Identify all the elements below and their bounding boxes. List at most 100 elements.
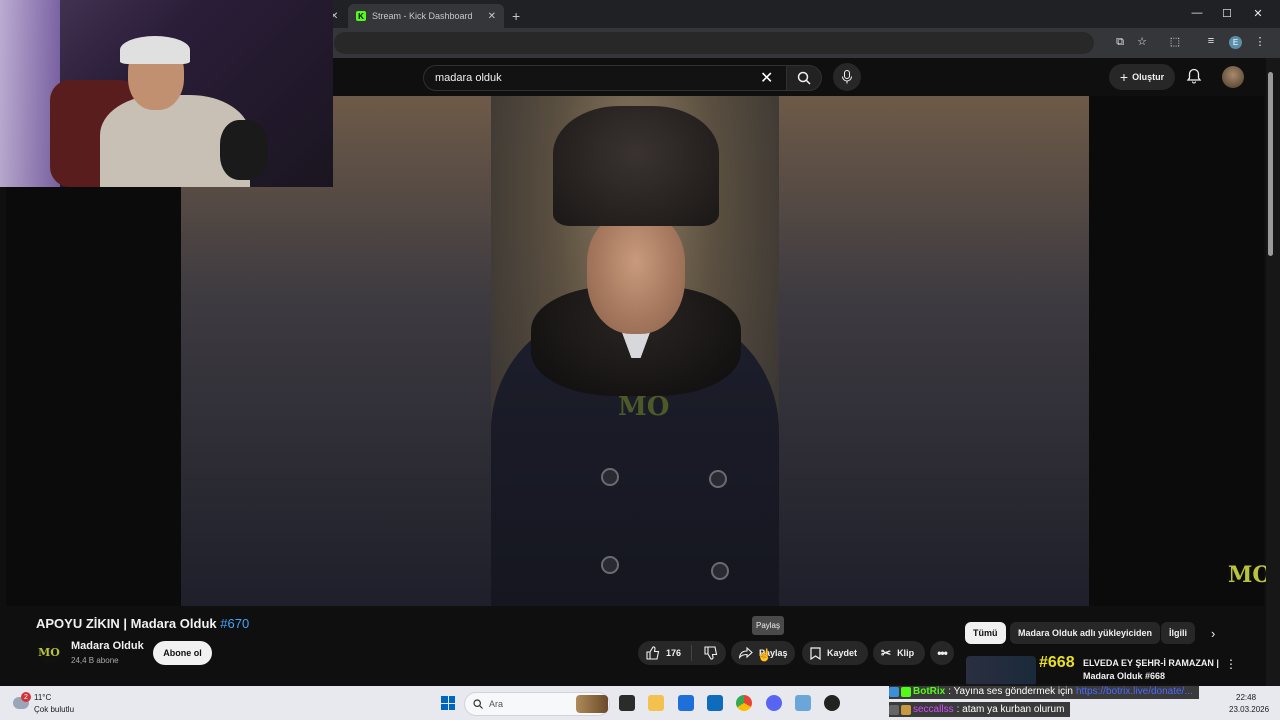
share-tooltip: Paylaş — [752, 616, 784, 635]
share-arrow-icon — [739, 647, 753, 659]
install-app-icon[interactable]: ⧉ — [1113, 36, 1127, 49]
subscribe-button[interactable]: Abone ol — [153, 641, 212, 665]
weather-description[interactable]: Çok bulutlu — [34, 705, 74, 714]
kick-badge-icon — [901, 686, 911, 697]
clip-button[interactable]: ✂ Klip — [873, 641, 925, 665]
recommendation-number: #668 — [1039, 654, 1075, 671]
more-actions-button[interactable]: ••• — [930, 641, 954, 665]
chip-from-uploader[interactable]: Madara Olduk adlı yükleyiciden — [1010, 622, 1161, 644]
thumbs-down-icon[interactable] — [704, 646, 718, 660]
discord-icon[interactable] — [766, 695, 782, 711]
clock-date[interactable]: 23.03.2026 — [1229, 705, 1269, 714]
video-frame-portrait — [491, 96, 779, 606]
windows-start-icon[interactable] — [441, 696, 455, 710]
store-icon[interactable] — [678, 695, 694, 711]
coat-button — [709, 470, 727, 488]
fur-hat-shape — [553, 106, 719, 226]
clip-label: Klip — [897, 648, 915, 658]
chat-text: : atam ya kurban olurum — [956, 704, 1065, 715]
chat-username: seccallss — [913, 704, 954, 715]
extensions-icon[interactable]: ⬚ — [1168, 35, 1182, 48]
search-icon — [473, 699, 483, 709]
bot-badge-icon — [889, 686, 899, 697]
recommendation-thumbnail[interactable] — [966, 656, 1036, 686]
like-count[interactable]: 176 — [666, 648, 681, 658]
channel-watermark-corner[interactable]: MO — [1228, 562, 1272, 588]
task-view-icon[interactable] — [619, 695, 635, 711]
notifications-bell-icon[interactable] — [1186, 68, 1202, 89]
face-shape — [587, 214, 685, 334]
weather-temperature[interactable]: 11°C — [34, 693, 51, 702]
close-window-icon[interactable]: ✕ — [1251, 7, 1265, 20]
subscriber-count: 24,4 B abone — [71, 656, 119, 665]
kick-logo-icon: K — [356, 11, 366, 21]
create-button[interactable]: + Oluştur — [1109, 64, 1175, 90]
chip-related[interactable]: İlgili — [1161, 622, 1195, 644]
weather-notification-badge: 2 — [21, 692, 31, 702]
video-hashtag[interactable]: #670 — [220, 616, 249, 631]
mouse-cursor-icon: ☝ — [757, 648, 772, 662]
microphone-icon — [842, 70, 852, 84]
create-label: Oluştur — [1132, 72, 1165, 82]
file-explorer-icon[interactable] — [648, 695, 664, 711]
chat-message: BotRix : Yayına ses göndermek için https… — [889, 684, 1199, 699]
save-label: Kaydet — [827, 648, 858, 658]
chevron-right-icon[interactable]: › — [1211, 626, 1215, 641]
video-title: APOYU ZİKIN | Madara Olduk #670 — [36, 616, 249, 631]
video-blur-background-right — [778, 96, 1089, 606]
subscriber-badge-icon — [889, 704, 899, 715]
minimize-icon[interactable]: — — [1190, 7, 1204, 19]
coat-button — [601, 468, 619, 486]
gift-badge-icon — [901, 704, 911, 715]
outlook-icon[interactable] — [707, 695, 723, 711]
account-avatar[interactable] — [1222, 66, 1244, 88]
recommendation-menu-icon[interactable]: ⋮ — [1225, 657, 1237, 671]
tab-kick-dashboard[interactable]: K Stream - Kick Dashboard ✕ — [348, 4, 504, 28]
scrollbar-thumb[interactable] — [1268, 72, 1273, 256]
webcam-headphones — [120, 36, 190, 64]
like-dislike-group: 176 — [638, 641, 726, 665]
chat-text: : Yayına ses göndermek için — [948, 686, 1073, 697]
streamer-webcam — [0, 0, 333, 187]
profile-avatar[interactable]: E — [1229, 36, 1242, 49]
bookmark-icon — [810, 646, 821, 660]
channel-name[interactable]: Madara Olduk — [71, 640, 144, 652]
channel-avatar[interactable]: MO — [37, 640, 61, 664]
voice-search-button[interactable] — [833, 63, 861, 91]
maximize-icon[interactable]: ☐ — [1220, 7, 1234, 20]
media-control-icon[interactable]: ≡ — [1204, 35, 1218, 47]
search-query: madara olduk — [435, 72, 502, 84]
obs-icon[interactable] — [824, 695, 840, 711]
notepad-icon[interactable] — [795, 695, 811, 711]
tab-title: Stream - Kick Dashboard — [372, 11, 473, 21]
chat-link: https://botrix.live/donate/... — [1075, 686, 1193, 697]
webcam-microphone — [220, 120, 268, 180]
browser-menu-icon[interactable]: ⋮ — [1253, 35, 1267, 48]
clear-search-icon[interactable]: ✕ — [760, 68, 773, 88]
tab-close-icon[interactable]: ✕ — [488, 11, 496, 22]
divider — [691, 645, 693, 661]
more-dots-icon: ••• — [937, 646, 948, 660]
chat-message: seccallss : atam ya kurban olurum — [889, 702, 1071, 717]
scissors-icon: ✂ — [881, 646, 892, 660]
search-highlight-image[interactable] — [576, 695, 608, 713]
channel-watermark: MO — [618, 392, 670, 422]
chip-all[interactable]: Tümü — [965, 622, 1006, 644]
chrome-icon[interactable] — [736, 695, 752, 711]
taskbar-search-placeholder: Ara — [489, 699, 504, 709]
bookmark-star-icon[interactable]: ☆ — [1135, 35, 1149, 48]
search-input[interactable]: madara olduk — [423, 65, 787, 91]
search-icon — [797, 71, 811, 85]
thumbs-up-icon[interactable] — [646, 646, 660, 660]
coat-button — [711, 562, 729, 580]
search-button[interactable] — [786, 65, 822, 91]
plus-icon: + — [1119, 69, 1129, 85]
save-button[interactable]: Kaydet — [802, 641, 868, 665]
coat-button — [601, 556, 619, 574]
address-bar[interactable] — [334, 32, 1094, 54]
new-tab-icon[interactable]: + — [512, 4, 520, 28]
video-title-text: APOYU ZİKIN | Madara Olduk — [36, 616, 217, 631]
recommendation-title[interactable]: ELVEDA EY ŞEHR-İ RAMAZAN | Madara Olduk … — [1083, 657, 1223, 683]
clock-time[interactable]: 22:48 — [1236, 693, 1256, 702]
chat-username: BotRix — [913, 686, 946, 697]
